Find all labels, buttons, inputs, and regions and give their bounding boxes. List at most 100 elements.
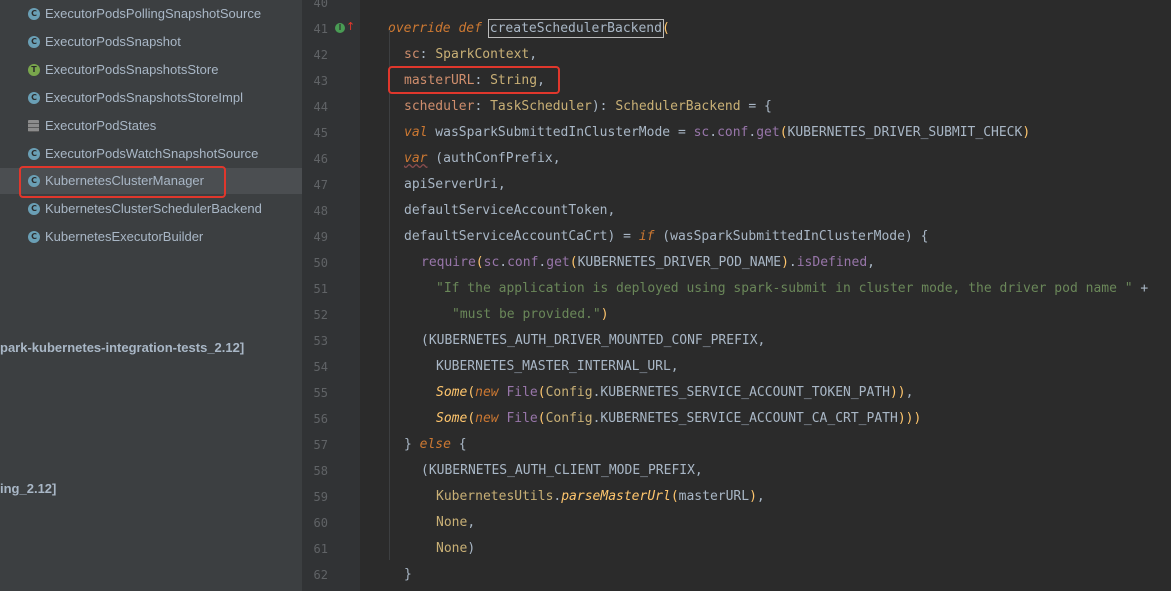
code-line[interactable]: 55 Some(new File(Config.KUBERNETES_SERVIC… [302,380,1171,406]
code-text: require(sc.conf.get(KUBERNETES_DRIVER_PO… [421,255,875,270]
line-number: 44 [313,100,328,114]
code-line[interactable]: 45 val wasSparkSubmittedInClusterMode = s… [302,120,1171,146]
tree-item[interactable]: ExecutorPodStates [0,113,302,139]
code-line[interactable]: 47 apiServerUri, [302,172,1171,198]
code-token: ) [600,307,609,322]
code-token: File [506,385,538,400]
code-token: KUBERNETES_MASTER_INTERNAL_URL, [436,359,679,374]
line-number: 62 [313,568,328,582]
code-token: var [404,151,428,166]
line-number: 52 [313,308,328,322]
code-line[interactable]: 58 (KUBERNETES_AUTH_CLIENT_MODE_PREFIX, [302,458,1171,484]
code-line[interactable]: 40 [302,0,1171,16]
code-line[interactable]: 52 "must be provided.") [302,302,1171,328]
code-text: None) [436,541,475,556]
code-token: , [905,385,914,400]
code-token: . [788,255,797,270]
class-icon: C [28,231,40,243]
tree-item[interactable]: C ExecutorPodsPollingSnapshotSource [0,1,302,27]
code-token: (KUBERNETES_AUTH_DRIVER_MOUNTED_CONF_PRE… [421,333,766,348]
arrow-up-icon: ↑ [346,20,356,33]
code-token: . [709,125,718,140]
code-line[interactable]: 43 masterURL: String, [302,68,1171,94]
code-token: . [499,255,508,270]
code-token: sc [404,47,420,62]
code-token: else [419,437,451,452]
trait-icon: T [28,64,40,76]
tree-item-label: KubernetesExecutorBuilder [45,229,204,244]
tree-item[interactable]: C KubernetesClusterManager [0,168,302,194]
code-token: masterURL [404,73,475,88]
code-token: defaultServiceAccountToken, [404,203,616,218]
code-text: (KUBERNETES_AUTH_CLIENT_MODE_PREFIX, [421,463,703,478]
code-line[interactable]: 41 override def createSchedulerBackend( [302,16,1171,42]
code-line[interactable]: 54 KUBERNETES_MASTER_INTERNAL_URL, [302,354,1171,380]
line-number: 48 [313,204,328,218]
line-number: 54 [313,360,328,374]
code-line[interactable]: 60 None, [302,510,1171,536]
code-line[interactable]: 46 var (authConfPrefix, [302,146,1171,172]
line-number: 57 [313,438,328,452]
code-token: val [404,125,428,140]
tree-item[interactable]: T ExecutorPodsSnapshotsStore [0,57,302,83]
line-number: 43 [313,74,328,88]
module-node[interactable]: park-kubernetes-integration-tests_2.12] [0,340,244,355]
code-token: , [467,515,476,530]
code-text: masterURL: String, [404,73,545,88]
line-number: 60 [313,516,328,530]
tree-item-label: KubernetesClusterSchedulerBackend [45,201,262,216]
code-line[interactable]: 50 require(sc.conf.get(KUBERNETES_DRIVER_… [302,250,1171,276]
code-text: (KUBERNETES_AUTH_DRIVER_MOUNTED_CONF_PRE… [421,333,765,348]
code-token: , [756,489,765,504]
code-token: .KUBERNETES_SERVICE_ACCOUNT_CA_CRT_PATH [592,411,898,426]
code-line[interactable]: 48 defaultServiceAccountToken, [302,198,1171,224]
tree-item-label: ExecutorPodsSnapshotsStoreImpl [45,90,243,105]
code-token: "If the application is deployed using sp… [436,281,1133,296]
code-text: } [404,567,412,582]
code-token: SparkContext [435,47,530,62]
line-number: 45 [313,126,328,140]
code-token: createSchedulerBackend [487,19,664,38]
code-token: , [867,255,875,270]
code-line[interactable]: 61 None) [302,536,1171,562]
line-number: 61 [313,542,328,556]
class-icon: C [28,8,40,20]
override-marker-icon[interactable]: I [335,23,345,33]
tree-item-label: ExecutorPodStates [45,118,157,133]
code-token: ): [591,99,616,114]
code-text: apiServerUri, [404,177,506,192]
code-token: defaultServiceAccountCaCrt) = [404,229,639,244]
code-line[interactable]: 51 "If the application is deployed using … [302,276,1171,302]
code-line[interactable]: 44 scheduler: TaskScheduler): SchedulerBa… [302,94,1171,120]
tree-item[interactable]: C KubernetesExecutorBuilder [0,224,302,250]
code-line[interactable]: 59 KubernetesUtils.parseMasterUrl(masterU… [302,484,1171,510]
code-line[interactable]: 62} [302,562,1171,588]
line-number: 56 [313,412,328,426]
code-line[interactable]: 49 defaultServiceAccountCaCrt) = if (wasS… [302,224,1171,250]
tree-item[interactable]: C ExecutorPodsWatchSnapshotSource [0,141,302,167]
code-line[interactable]: 56 Some(new File(Config.KUBERNETES_SERVIC… [302,406,1171,432]
tree-item[interactable]: C ExecutorPodsSnapshot [0,29,302,55]
code-token: KUBERNETES_DRIVER_SUBMIT_CHECK [787,125,1023,140]
tree-item[interactable]: C ExecutorPodsSnapshotsStoreImpl [0,85,302,111]
code-token: None [436,541,468,556]
code-line[interactable]: 42 sc: SparkContext, [302,42,1171,68]
code-token: ) [467,541,476,556]
code-token: "must be provided." [452,307,601,322]
code-token: ( [467,411,476,426]
code-editor[interactable]: 40 41 override def createSchedulerBackend(… [302,0,1171,591]
code-line[interactable]: 57} else { [302,432,1171,458]
code-line[interactable]: 53 (KUBERNETES_AUTH_DRIVER_MOUNTED_CONF_P… [302,328,1171,354]
code-token: parseMasterUrl [561,489,671,504]
tree-item[interactable]: C KubernetesClusterSchedulerBackend [0,196,302,222]
code-token: + [1132,281,1149,296]
code-token: sc [483,255,500,270]
tree-item-label: ExecutorPodsSnapshot [45,34,181,49]
code-text: KUBERNETES_MASTER_INTERNAL_URL, [436,359,679,374]
line-number: 51 [313,282,328,296]
code-token: override [388,21,451,36]
code-text: Some(new File(Config.KUBERNETES_SERVICE_… [436,385,913,400]
module-node[interactable]: ing_2.12] [0,481,56,496]
indent-guide [389,30,390,560]
code-token: get [756,125,780,140]
